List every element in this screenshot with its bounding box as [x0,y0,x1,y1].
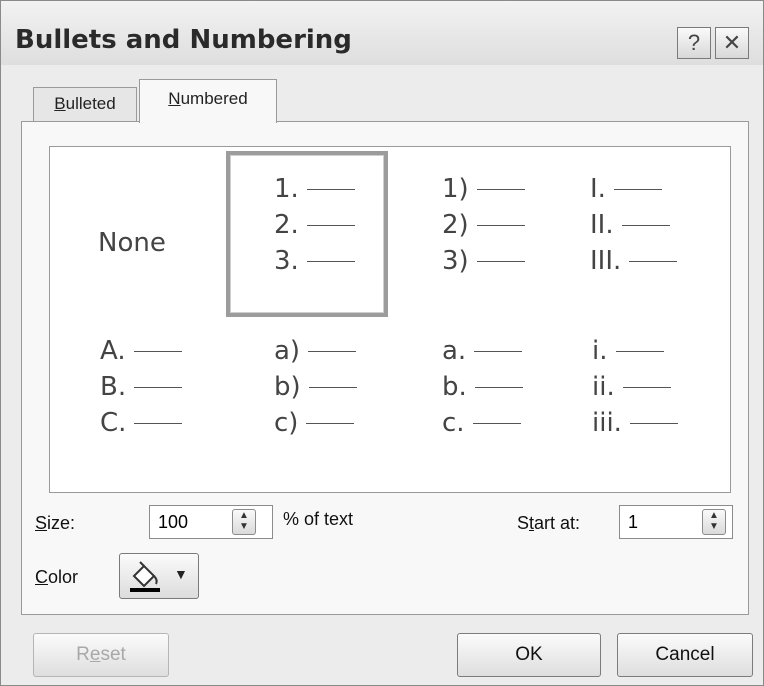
reset-label-rest: set [100,644,126,665]
dialog-title: Bullets and Numbering [15,25,352,55]
size-suffix: % of text [283,509,354,529]
start-at-input[interactable] [620,506,700,538]
style-marker: ii. [592,372,615,402]
size-label-accesskey: S [35,513,48,533]
style-marker: b) [274,372,301,402]
size-input[interactable] [150,506,242,538]
style-marker: 2. [274,210,299,240]
start-at-label: Start at: [517,513,580,534]
style-marker: III. [590,246,622,276]
placeholder-line [306,189,355,190]
tab-bulleted-accesskey: B [54,94,66,113]
style-marker: a) [274,336,301,366]
placeholder-line [133,351,182,352]
style-marker: iii. [592,408,622,438]
spin-up-icon: ▲ [239,510,249,521]
style-marker: 1) [442,174,469,204]
color-swatch [130,588,160,592]
style-marker: c) [274,408,299,438]
title-bar: Bullets and Numbering ? ✕ [1,1,763,65]
style-marker: 3. [274,246,299,276]
style-none[interactable]: None [70,151,232,317]
color-label: Color [35,567,78,588]
size-label-text: ize: [47,513,76,533]
placeholder-line [474,351,523,352]
chevron-down-icon: ▼ [174,566,188,582]
placeholder-line [622,387,671,388]
reset-accesskey: e [89,644,101,665]
placeholder-line [306,225,355,226]
tab-numbered-accesskey: N [168,89,181,108]
help-button[interactable]: ? [677,27,711,59]
placeholder-line [308,351,357,352]
reset-label-pre: R [76,644,90,665]
help-icon: ? [687,30,701,55]
style-upper-roman[interactable]: I. II. III. [558,151,720,317]
style-marker: B. [100,372,127,402]
color-picker-button[interactable]: ▼ [119,553,199,599]
style-marker: a. [442,336,467,366]
style-marker: I. [590,174,606,204]
placeholder-line [629,423,678,424]
placeholder-line [308,387,357,388]
style-marker: b. [442,372,467,402]
spin-up-icon: ▲ [709,510,719,521]
placeholder-line [472,423,521,424]
placeholder-line [476,225,525,226]
placeholder-line [306,423,355,424]
bullets-numbering-dialog: Bullets and Numbering ? ✕ Bulleted Numbe… [0,0,764,686]
size-stepper[interactable]: ▲▼ [149,505,273,539]
paint-bucket-icon [130,561,160,592]
tab-numbered[interactable]: Numbered [139,79,277,123]
style-lower-roman[interactable]: i. ii. iii. [558,323,720,489]
numbering-style-gallery: None 1. 2. 3. 1) 2) 3) I. II. III. A. B.… [49,146,731,493]
style-marker: II. [590,210,614,240]
close-button[interactable]: ✕ [715,27,749,59]
size-spin-button[interactable]: ▲ ▼ [232,509,256,535]
placeholder-line [615,351,664,352]
tab-bulleted-label: ulleted [65,94,116,113]
placeholder-line [134,423,183,424]
placeholder-line [474,387,523,388]
color-label-text: olor [48,567,79,587]
tab-numbered-label: umbered [180,89,248,108]
style-arabic-period[interactable]: 1. 2. 3. [226,151,388,317]
reset-button[interactable]: Reset [33,633,169,677]
style-marker: C. [100,408,127,438]
style-arabic-paren[interactable]: 1) 2) 3) [394,151,556,317]
spin-down-icon: ▼ [709,521,719,532]
placeholder-line [629,261,678,262]
placeholder-line [621,225,670,226]
cancel-button[interactable]: Cancel [617,633,753,677]
style-marker: A. [100,336,126,366]
style-marker: i. [592,336,608,366]
placeholder-line [134,387,183,388]
placeholder-line [613,189,662,190]
start-at-label-pre: S [517,513,530,533]
spin-down-icon: ▼ [239,521,249,532]
style-lower-alpha-period[interactable]: a. b. c. [394,323,556,489]
close-icon: ✕ [722,30,742,55]
style-marker: c. [442,408,465,438]
style-upper-alpha[interactable]: A. B. C. [70,323,232,489]
style-marker: 2) [442,210,469,240]
start-at-label-text: art at: [534,513,581,533]
size-label: Size: [35,513,75,534]
placeholder-line [306,261,355,262]
placeholder-line [476,189,525,190]
style-marker: 1. [274,174,299,204]
start-at-spin-button[interactable]: ▲ ▼ [702,509,726,535]
start-at-stepper[interactable]: ▲▼ [619,505,733,539]
tab-bulleted[interactable]: Bulleted [33,87,137,121]
ok-button[interactable]: OK [457,633,601,677]
style-lower-alpha-paren[interactable]: a) b) c) [226,323,388,489]
placeholder-line [476,261,525,262]
style-marker: 3) [442,246,469,276]
color-label-accesskey: C [35,567,48,587]
